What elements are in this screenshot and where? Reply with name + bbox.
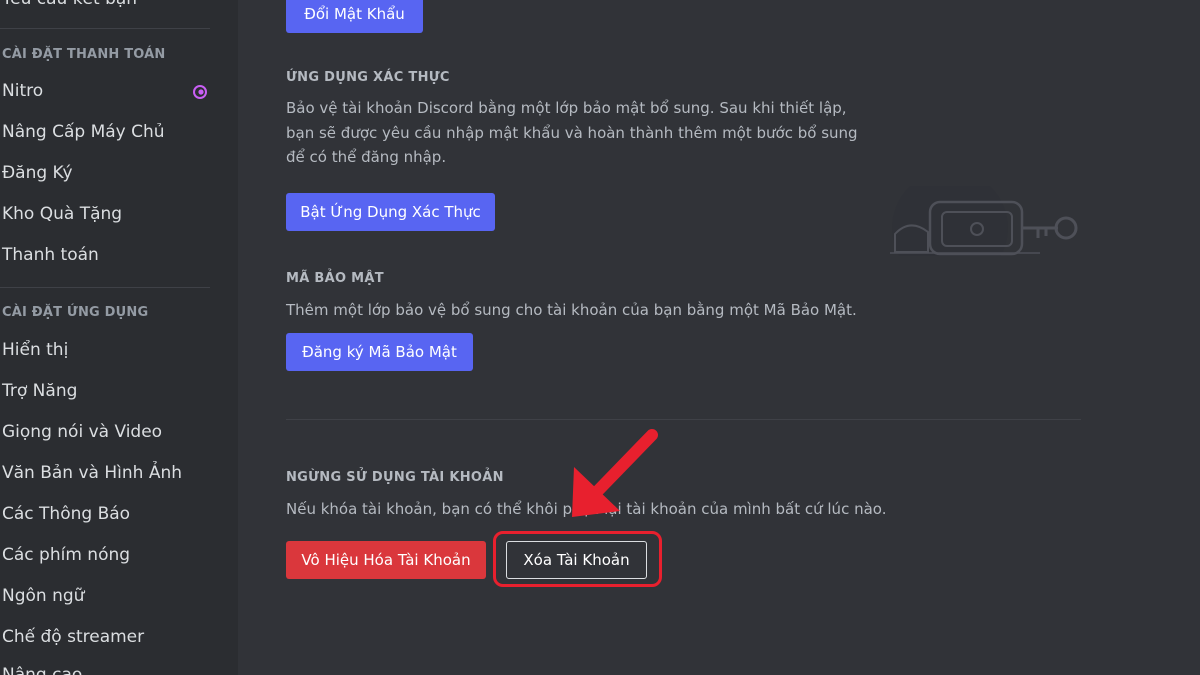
nitro-icon [193, 85, 207, 99]
security-key-title: MÃ BẢO MẬT [286, 271, 384, 286]
sidebar-item-appearance[interactable]: Hiển thị [2, 339, 68, 361]
sidebar-item-nitro[interactable]: Nitro [2, 80, 43, 102]
sidebar-item-voice-video[interactable]: Giọng nói và Video [2, 421, 162, 443]
sidebar-item-text-images[interactable]: Văn Bản và Hình Ảnh [2, 462, 182, 484]
enable-auth-app-button[interactable]: Bật Ứng Dụng Xác Thực [286, 193, 495, 231]
billing-settings-header: CÀI ĐẶT THANH TOÁN [2, 47, 166, 62]
annotation-highlight-box [493, 531, 662, 587]
sidebar-item-accessibility[interactable]: Trợ Năng [2, 380, 77, 402]
sidebar-item-billing[interactable]: Thanh toán [2, 244, 99, 266]
sidebar-divider [0, 287, 210, 288]
sidebar-item-notifications[interactable]: Các Thông Báo [2, 503, 130, 525]
sidebar-item-advanced[interactable]: Nâng cao [2, 664, 82, 675]
sidebar-divider [0, 28, 210, 29]
sidebar-item-keybinds[interactable]: Các phím nóng [2, 544, 130, 566]
auth-app-title: ỨNG DỤNG XÁC THỰC [286, 70, 450, 85]
account-removal-title: NGỪNG SỬ DỤNG TÀI KHOẢN [286, 470, 504, 485]
sidebar-item-friend-requests[interactable]: Yêu cầu kết bạn [2, 0, 137, 10]
settings-sidebar: Yêu cầu kết bạn CÀI ĐẶT THANH TOÁN Nitro… [0, 0, 238, 675]
lock-illustration-icon [890, 186, 1078, 256]
sidebar-item-subscriptions[interactable]: Đăng Ký [2, 162, 73, 184]
disable-account-button[interactable]: Vô Hiệu Hóa Tài Khoản [286, 541, 486, 579]
app-settings-header: CÀI ĐẶT ỨNG DỤNG [2, 305, 149, 320]
sidebar-item-server-boost[interactable]: Nâng Cấp Máy Chủ [2, 121, 165, 143]
annotation-arrow-icon [572, 429, 658, 517]
sidebar-item-streamer-mode[interactable]: Chế độ streamer [2, 626, 144, 648]
sidebar-item-language[interactable]: Ngôn ngữ [2, 585, 84, 607]
register-security-key-button[interactable]: Đăng ký Mã Bảo Mật [286, 333, 473, 371]
auth-app-description: Bảo vệ tài khoản Discord bằng một lớp bả… [286, 99, 858, 166]
sidebar-item-gift-inventory[interactable]: Kho Quà Tặng [2, 203, 122, 225]
change-password-button[interactable]: Đổi Mật Khẩu [286, 0, 423, 33]
section-divider [286, 419, 1081, 420]
security-key-description: Thêm một lớp bảo vệ bổ sung cho tài khoả… [286, 301, 857, 319]
